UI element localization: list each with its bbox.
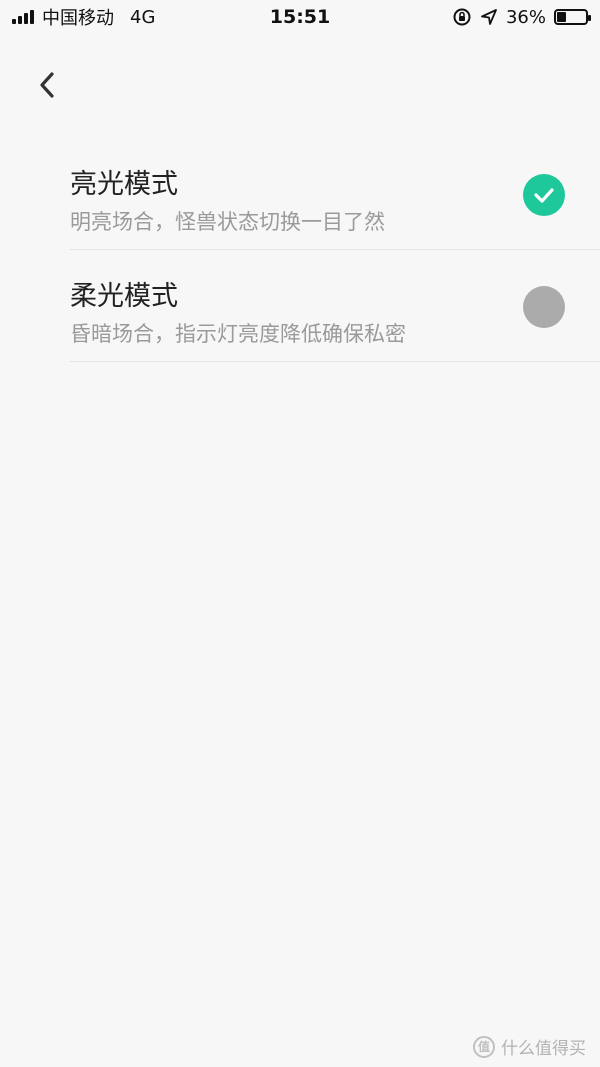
radio-unselected[interactable] [523,286,565,328]
watermark-logo-icon: 值 [473,1035,495,1058]
status-right: 36% [452,6,591,28]
option-soft-mode[interactable]: 柔光模式 昏暗场合，指示灯亮度降低确保私密 [70,250,600,362]
radio-selected[interactable] [523,174,565,216]
battery-icon [554,9,591,25]
status-time: 15:51 [269,6,331,28]
rotation-lock-icon [452,7,472,27]
chevron-left-icon [37,70,57,100]
option-bright-mode[interactable]: 亮光模式 明亮场合，怪兽状态切换一目了然 [70,138,600,250]
carrier-name: 中国移动 [42,8,114,29]
option-description: 明亮场合，怪兽状态切换一目了然 [70,210,385,234]
status-bar: 中国移动 4G 15:51 36% [0,0,600,34]
network-type: 4G [130,6,156,28]
watermark-text: 什么值得买 [501,1039,586,1059]
light-mode-options: 亮光模式 明亮场合，怪兽状态切换一目了然 柔光模式 昏暗场合，指示灯亮度降低确保… [70,138,600,362]
option-description: 昏暗场合，指示灯亮度降低确保私密 [70,322,406,346]
checkmark-icon [533,186,555,204]
watermark: 值 什么值得买 [473,1034,586,1059]
battery-percent: 36% [505,6,546,28]
back-button[interactable] [30,68,64,102]
option-title: 亮光模式 [70,169,178,200]
battery-fill [557,12,566,22]
signal-strength-icon [12,10,34,24]
status-left: 中国移动 4G [12,4,155,30]
location-icon [480,8,498,26]
option-title: 柔光模式 [70,281,178,312]
